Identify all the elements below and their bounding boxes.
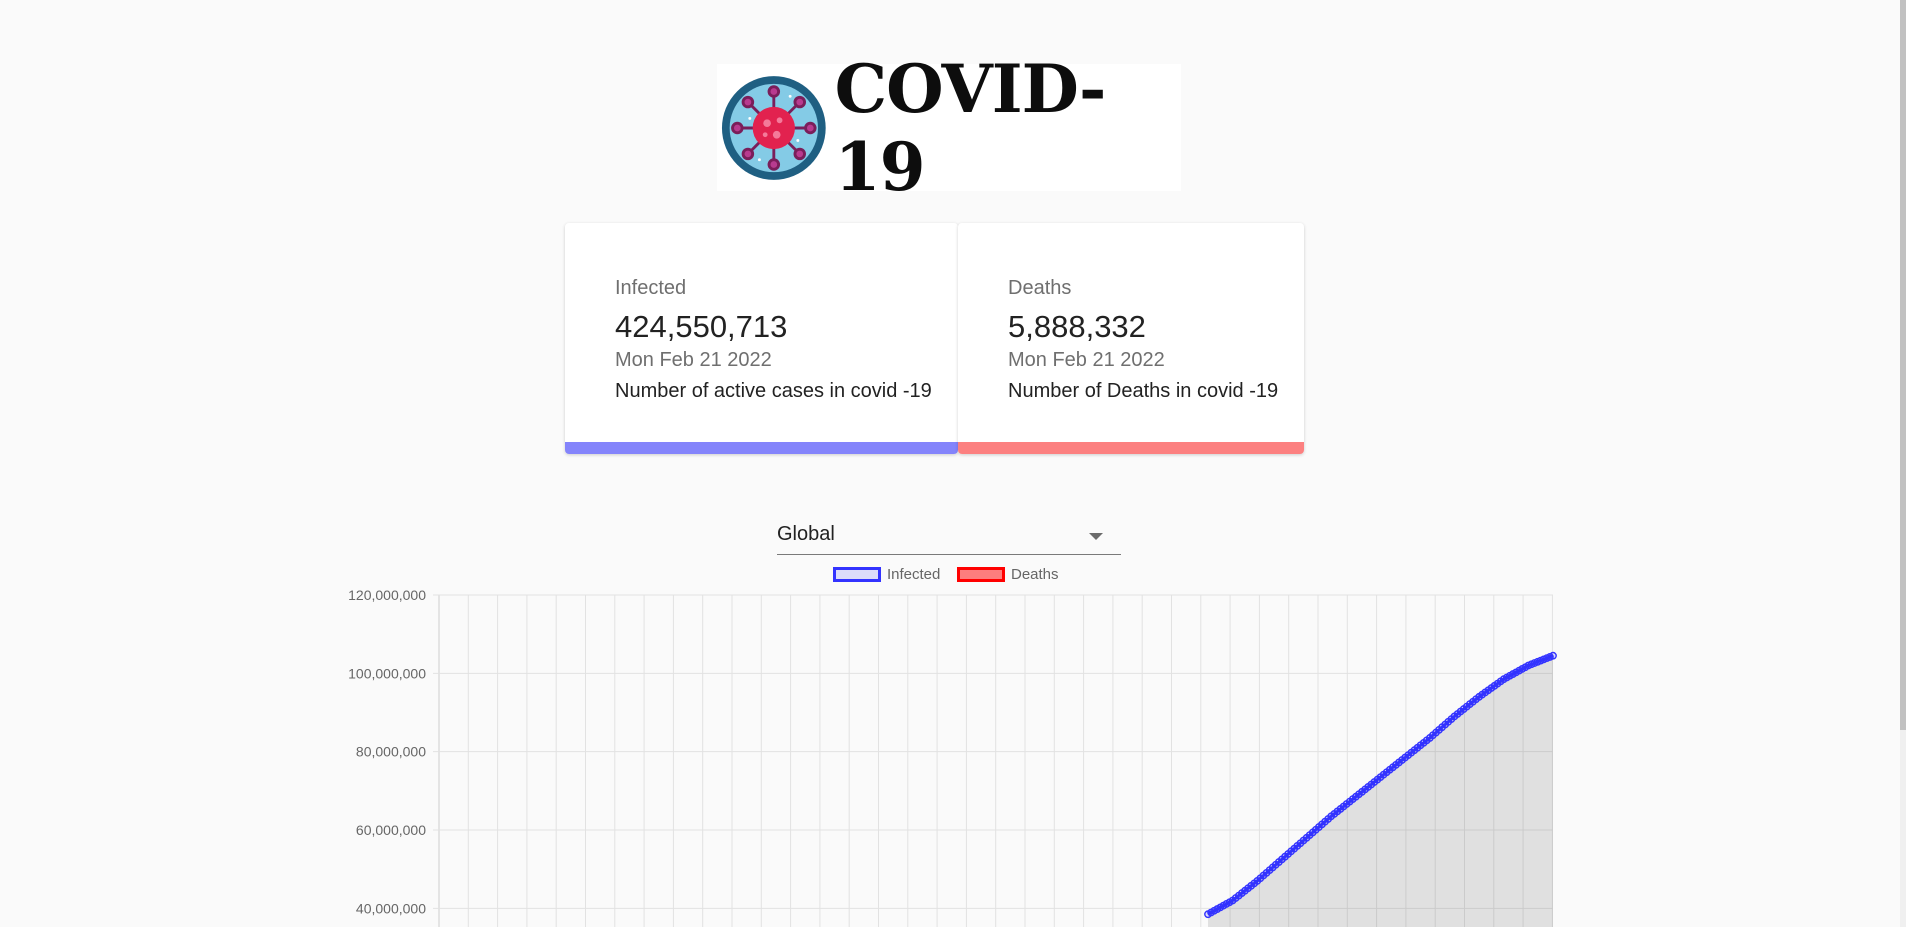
y-tick-label: 80,000,000	[356, 744, 426, 760]
y-tick-label: 120,000,000	[348, 587, 426, 603]
cases-chart: 120,000,000 100,000,000 80,000,000 60,000,0…	[348, 587, 1557, 927]
y-tick-label: 40,000,000	[356, 900, 426, 916]
y-tick-label: 60,000,000	[356, 822, 426, 838]
scrollbar[interactable]	[1900, 0, 1906, 927]
scrollbar-thumb[interactable]	[1900, 0, 1906, 730]
y-tick-label: 100,000,000	[348, 665, 426, 681]
infected-point	[1549, 651, 1557, 660]
